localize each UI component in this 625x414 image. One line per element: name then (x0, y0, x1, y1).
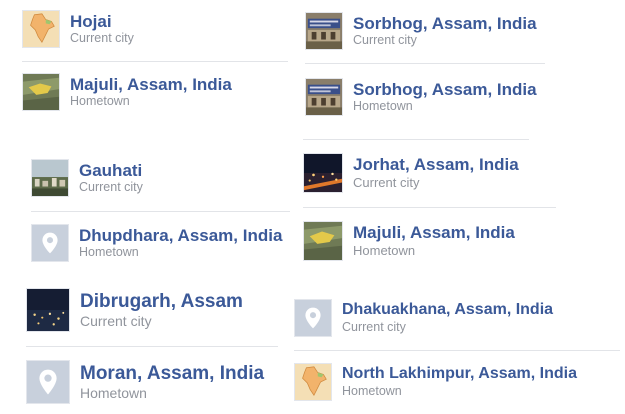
place-name[interactable]: Jorhat, Assam, India (353, 155, 519, 175)
place-item-dhakuakhana[interactable]: Dhakuakhana, Assam, India Current city (294, 299, 553, 337)
place-item-jorhat[interactable]: Jorhat, Assam, India Current city (303, 153, 519, 193)
place-name[interactable]: North Lakhimpur, Assam, India (342, 365, 577, 383)
city-photo-thumbnail[interactable] (31, 159, 69, 197)
place-item-hojai[interactable]: Hojai Current city (22, 10, 134, 48)
place-type: Current city (79, 180, 143, 195)
night-city-thumbnail[interactable] (303, 153, 343, 193)
place-type: Current city (342, 319, 406, 334)
place-name[interactable]: Sorbhog, Assam, India (353, 14, 537, 34)
divider (303, 139, 529, 140)
divider (22, 61, 288, 62)
majuli-map-thumbnail[interactable] (22, 73, 60, 111)
india-map-thumbnail[interactable] (294, 363, 332, 401)
place-type: Current city (353, 33, 417, 48)
place-type: Current city (80, 312, 152, 329)
place-item-gauhati[interactable]: Gauhati Current city (31, 159, 143, 197)
place-type: Current city (353, 174, 420, 190)
place-type: Hometown (342, 383, 402, 398)
place-name[interactable]: Gauhati (79, 161, 143, 181)
place-item-dhupdhara[interactable]: Dhupdhara, Assam, India Hometown (31, 224, 282, 262)
place-name[interactable]: Dhupdhara, Assam, India (79, 226, 282, 246)
india-map-thumbnail[interactable] (22, 10, 60, 48)
place-type: Current city (70, 31, 134, 46)
place-item-dibrugarh[interactable]: Dibrugarh, Assam Current city (26, 288, 243, 332)
place-name[interactable]: Sorbhog, Assam, India (353, 80, 537, 100)
place-name[interactable]: Dibrugarh, Assam (80, 291, 243, 313)
place-name[interactable]: Dhakuakhana, Assam, India (342, 301, 553, 319)
place-name[interactable]: Hojai (70, 12, 134, 32)
place-type: Hometown (79, 245, 139, 260)
divider (294, 350, 620, 351)
location-pin-icon (42, 232, 58, 254)
place-item-north-lakhimpur[interactable]: North Lakhimpur, Assam, India Hometown (294, 363, 577, 401)
place-type: Hometown (70, 94, 130, 109)
place-type: Hometown (80, 384, 147, 401)
place-type: Hometown (353, 99, 413, 114)
majuli-map-thumbnail[interactable] (303, 221, 343, 261)
divider (303, 207, 556, 208)
place-item-majuli-2[interactable]: Majuli, Assam, India Hometown (303, 221, 515, 261)
place-item-moran[interactable]: Moran, Assam, India Hometown (26, 360, 264, 404)
divider (26, 346, 278, 347)
place-item-majuli[interactable]: Majuli, Assam, India Hometown (22, 73, 232, 111)
place-name[interactable]: Majuli, Assam, India (353, 223, 515, 243)
location-pin-icon (305, 307, 321, 329)
location-pin-thumbnail[interactable] (26, 360, 70, 404)
night-city-thumbnail[interactable] (26, 288, 70, 332)
location-pin-thumbnail[interactable] (31, 224, 69, 262)
location-pin-thumbnail[interactable] (294, 299, 332, 337)
building-photo-thumbnail[interactable] (305, 78, 343, 116)
place-item-sorbhog[interactable]: Sorbhog, Assam, India Current city (305, 12, 537, 50)
place-item-sorbhog-hometown[interactable]: Sorbhog, Assam, India Hometown (305, 78, 537, 116)
place-name[interactable]: Majuli, Assam, India (70, 75, 232, 95)
location-pin-icon (39, 369, 57, 395)
building-photo-thumbnail[interactable] (305, 12, 343, 50)
place-name[interactable]: Moran, Assam, India (80, 363, 264, 385)
divider (31, 211, 290, 212)
divider (305, 63, 545, 64)
place-type: Hometown (353, 242, 416, 258)
